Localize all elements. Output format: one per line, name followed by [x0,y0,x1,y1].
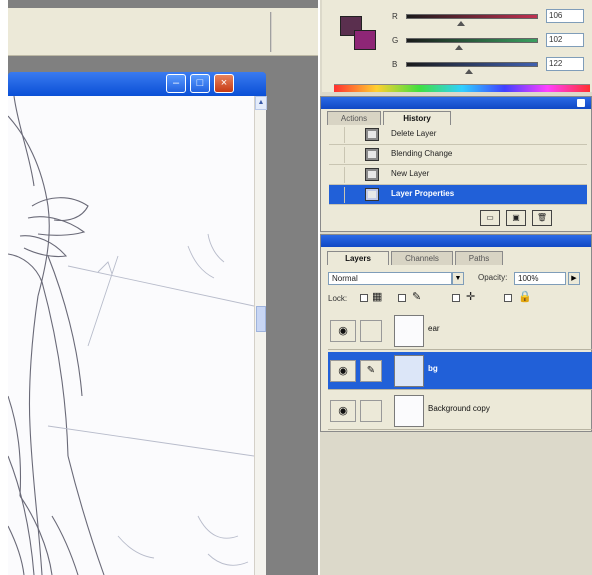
new-snapshot-icon[interactable]: ▭ [480,210,500,226]
layer-row[interactable]: ◉ ✎ bg [328,352,592,390]
layer-row[interactable]: ◉ ear [328,312,592,350]
channel-slider-g[interactable] [406,38,538,43]
channel-value-r[interactable]: 106 [546,9,584,23]
link-slot[interactable] [360,400,382,422]
layer-thumbnail [394,355,424,387]
history-item-label: New Layer [391,169,430,178]
channel-label-r: R [392,12,398,21]
tab-history[interactable]: History [383,111,451,125]
color-spectrum-bar[interactable] [334,84,590,92]
slider-marker-icon[interactable] [465,69,474,74]
scroll-thumb[interactable] [256,306,266,332]
tab-layers[interactable]: Layers [327,251,389,265]
layers-panel-titlebar[interactable] [321,235,591,247]
lower-dock-area [320,432,592,575]
channel-label-g: G [392,36,399,45]
channel-value-b[interactable]: 122 [546,57,584,71]
snapshot-source-checkbox[interactable] [331,147,345,163]
drawing-canvas[interactable] [8,96,254,575]
channel-value-g[interactable]: 102 [546,33,584,47]
options-separator [270,12,272,52]
layer-row[interactable]: ◉ Background copy [328,392,592,430]
snapshot-source-checkbox[interactable] [331,187,345,203]
opacity-label: Opacity: [478,273,508,282]
maximize-button[interactable]: □ [190,74,210,93]
history-state-icon [365,148,379,161]
link-slot[interactable] [360,320,382,342]
lock-icon: 🔒 [518,291,532,303]
snapshot-source-checkbox[interactable] [331,127,345,143]
new-document-icon[interactable]: ▣ [506,210,526,226]
brush-icon[interactable]: ✎ [360,360,382,382]
lock-transparency-checkbox[interactable] [360,294,368,302]
scroll-up-icon[interactable]: ▲ [255,96,267,110]
layer-name: bg [428,364,438,373]
channel-label-b: B [392,60,398,69]
history-item[interactable]: Delete Layer [329,125,587,145]
opacity-arrow-icon[interactable]: ▶ [568,272,580,285]
channel-slider-r[interactable] [406,14,538,19]
eye-icon[interactable]: ◉ [330,360,356,382]
document-titlebar[interactable]: – □ × [8,72,266,96]
photoshop-workspace: – □ × ▲ R 106 G 102 B 122 Actions Histor… [0,0,592,575]
snapshot-source-checkbox[interactable] [331,167,345,183]
minimize-button[interactable]: – [166,74,186,93]
eye-icon[interactable]: ◉ [330,320,356,342]
lock-all-checkbox[interactable] [504,294,512,302]
panel-menu-icon[interactable] [577,99,585,107]
slider-marker-icon[interactable] [454,45,463,50]
opacity-input[interactable]: 100% [514,272,566,285]
background-color-swatch[interactable] [354,30,376,50]
document-window[interactable]: – □ × ▲ [8,72,267,575]
history-item-label: Blending Change [391,149,453,158]
brush-icon: ✎ [412,291,422,303]
history-state-icon [365,128,379,141]
tab-channels[interactable]: Channels [391,251,453,265]
layer-thumbnail [394,315,424,347]
move-icon: ✛ [466,291,476,303]
eye-icon[interactable]: ◉ [330,400,356,422]
vertical-scrollbar[interactable]: ▲ [254,96,267,575]
trash-icon[interactable]: 🗑 [532,210,552,226]
tab-paths[interactable]: Paths [455,251,503,265]
options-bar [8,8,324,56]
history-item[interactable]: New Layer [329,165,587,185]
history-panel-titlebar[interactable] [321,97,591,109]
close-button[interactable]: × [214,74,234,93]
history-item[interactable]: Layer Properties [329,185,587,205]
layer-name: Background copy [428,404,490,413]
layer-name: ear [428,324,440,333]
slider-marker-icon[interactable] [457,21,466,26]
history-item-label: Layer Properties [391,189,455,198]
layer-thumbnail [394,395,424,427]
sketch-lineart [8,96,254,575]
history-state-icon [365,188,379,201]
lock-label: Lock: [328,294,348,303]
history-item-label: Delete Layer [391,129,437,138]
history-item[interactable]: Blending Change [329,145,587,165]
channel-slider-b[interactable] [406,62,538,67]
history-state-icon [365,168,379,181]
chevron-down-icon[interactable]: ▼ [452,272,464,285]
lock-pixels-checkbox[interactable] [398,294,406,302]
tab-actions[interactable]: Actions [327,111,381,125]
checker-icon: ▦ [372,291,383,303]
lock-position-checkbox[interactable] [452,294,460,302]
blend-mode-select[interactable]: Normal [328,272,452,285]
